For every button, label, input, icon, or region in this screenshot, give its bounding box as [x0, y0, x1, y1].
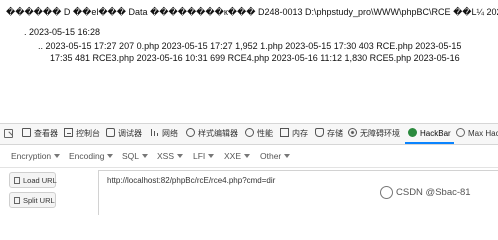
other-menu-label: Other [260, 151, 282, 161]
tab-max-hackbar-label: Max Hack [468, 129, 498, 138]
url-input-value: http://localhost:82/phpBc/rcE/rce4.php?c… [107, 176, 276, 185]
load-url-label: Load URL [23, 176, 57, 185]
lfi-menu-label: LFI [193, 151, 206, 161]
accessibility-icon [348, 128, 357, 137]
xxe-menu-label: XXE [224, 151, 242, 161]
xss-menu-label: XSS [157, 151, 175, 161]
chevron-down-icon [208, 154, 215, 158]
memory-icon [280, 128, 289, 137]
tab-hackbar-label: HackBar [420, 129, 451, 138]
inspector-icon [22, 128, 31, 137]
tab-network[interactable]: 网络 [150, 124, 178, 144]
encryption-menu-label: Encryption [11, 151, 52, 161]
tab-style-editor-label: 样式编辑器 [198, 129, 238, 138]
style-editor-icon [186, 128, 195, 137]
xss-menu[interactable]: XSS [157, 145, 184, 167]
network-icon [150, 128, 159, 137]
split-url-button[interactable]: Split URL [9, 192, 56, 208]
hackbar-toolbar: Encryption Encoding SQL XSS LFI XXE Othe… [0, 145, 498, 168]
tab-accessibility[interactable]: 无障碍环境 [348, 124, 400, 144]
chevron-down-icon [244, 154, 251, 158]
tab-hackbar[interactable]: HackBar [405, 124, 454, 144]
chevron-down-icon [142, 154, 149, 158]
watermark-logo-icon [380, 186, 393, 199]
tab-console-label: 控制台 [76, 129, 100, 138]
chevron-down-icon [177, 154, 184, 158]
tab-max-hackbar[interactable]: Max Hack [456, 124, 498, 144]
sql-menu-label: SQL [122, 151, 140, 161]
encryption-menu[interactable]: Encryption [11, 145, 61, 167]
chevron-down-icon [284, 154, 291, 158]
console-icon [64, 128, 73, 137]
tab-performance-label: 性能 [257, 129, 273, 138]
tab-style-editor[interactable]: 样式编辑器 [186, 124, 238, 144]
hackbar-icon [408, 128, 417, 137]
tab-console[interactable]: 控制台 [64, 124, 100, 144]
watermark-text: CSDN @Sbac-81 [396, 187, 471, 198]
debugger-icon [106, 128, 115, 137]
tab-debugger-label: 调试器 [118, 129, 142, 138]
encoding-menu[interactable]: Encoding [69, 145, 114, 167]
tab-network-label: 网络 [162, 129, 178, 138]
load-url-button[interactable]: Load URL [9, 172, 57, 188]
tab-memory-label: 内存 [292, 129, 308, 138]
tab-accessibility-label: 无障碍环境 [360, 129, 400, 138]
tab-storage-label: 存储 [327, 129, 343, 138]
other-menu[interactable]: Other [260, 145, 291, 167]
tab-inspector[interactable]: 查看器 [22, 124, 58, 144]
encoding-menu-label: Encoding [69, 151, 105, 161]
chevron-down-icon [54, 154, 61, 158]
xxe-menu[interactable]: XXE [224, 145, 251, 167]
tab-storage[interactable]: 存储 [315, 124, 343, 144]
chevron-down-icon [107, 154, 114, 158]
tab-memory[interactable]: 内存 [280, 124, 308, 144]
tab-inspector-label: 查看器 [34, 129, 58, 138]
output-line-4: 17:35 481 RCE3.php 2023-05-16 10:31 699 … [50, 53, 460, 63]
output-line-2: . 2023-05-15 16:28 [24, 27, 101, 37]
split-url-label: Split URL [23, 196, 55, 205]
performance-icon [245, 128, 254, 137]
sql-menu[interactable]: SQL [122, 145, 149, 167]
max-hackbar-icon [456, 128, 465, 137]
split-url-icon [14, 197, 20, 204]
storage-icon [315, 128, 324, 137]
tab-performance[interactable]: 性能 [245, 124, 273, 144]
output-line-3: .. 2023-05-15 17:27 207 0.php 2023-05-15… [38, 41, 462, 51]
load-url-icon [14, 177, 20, 184]
tab-debugger[interactable]: 调试器 [106, 124, 142, 144]
output-line-1: ������ D ��el��� Data ��������к��� D248-… [6, 7, 498, 17]
lfi-menu[interactable]: LFI [193, 145, 215, 167]
devtools-tab-bar: 查看器 控制台 调试器 网络 样式编辑器 性能 内存 存储 无障碍环境 Hack… [0, 123, 498, 145]
